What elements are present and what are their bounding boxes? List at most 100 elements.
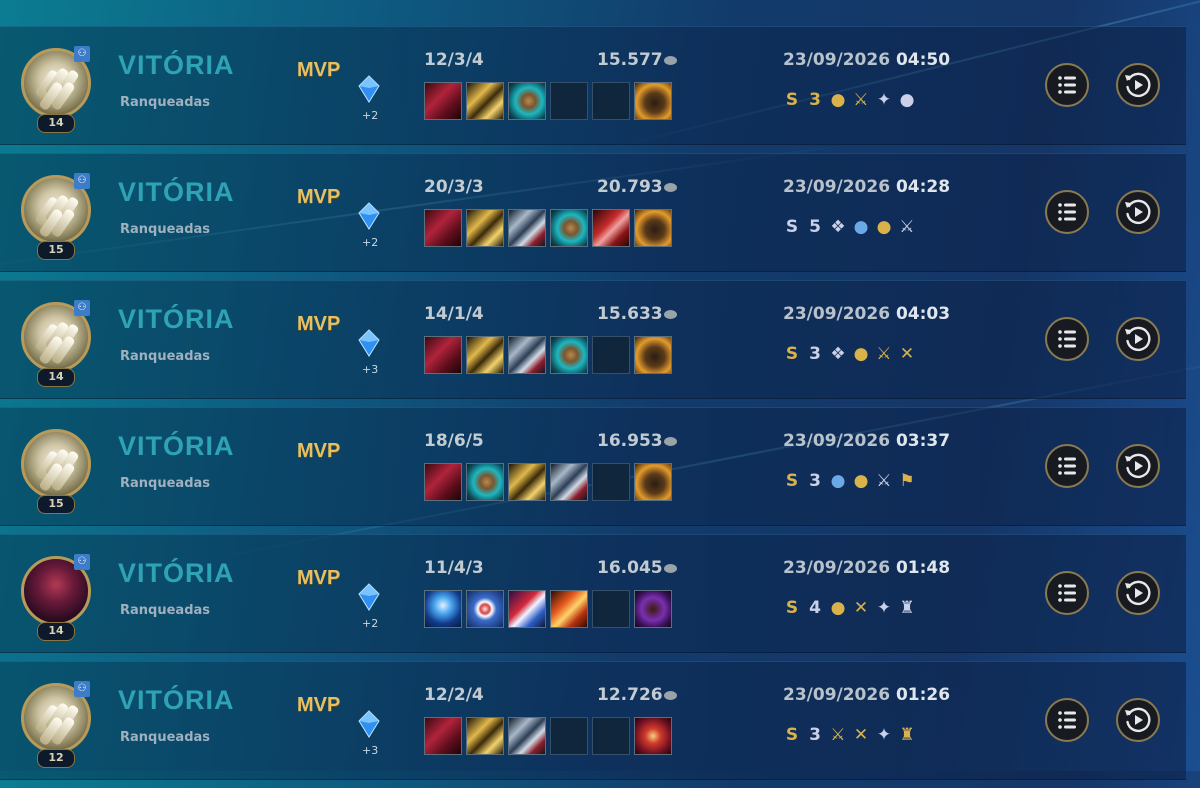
boots-item-icon[interactable] — [634, 82, 672, 120]
party-icon: ⚇ — [74, 681, 90, 697]
gold-blade-item-icon[interactable] — [466, 336, 504, 374]
red-armor-item-icon[interactable] — [424, 209, 462, 247]
red-armor-item-icon[interactable] — [424, 717, 462, 755]
achievement-badge-icon[interactable]: ✕ — [852, 598, 870, 618]
match-datetime: 23/09/2026 04:03 — [783, 304, 950, 324]
achievement-badge-icon[interactable]: ● — [898, 90, 916, 110]
teal-orb-item-icon[interactable] — [466, 463, 504, 501]
red-blade-item-icon[interactable] — [592, 209, 630, 247]
achievement-badge-icon[interactable]: ❖ — [829, 344, 847, 364]
red-armor-item-icon[interactable] — [424, 82, 462, 120]
match-row[interactable]: ⚇ 12 VITÓRIA Ranqueadas MVP +3 12/2/4 12.726 23/… — [0, 661, 1186, 780]
achievement-badge-icon[interactable]: ♜ — [898, 725, 916, 745]
gold-blade-item-icon[interactable] — [466, 717, 504, 755]
achievement-badge-icon[interactable]: ⚔ — [898, 217, 916, 237]
teal-orb-item-icon[interactable] — [508, 82, 546, 120]
achievement-badge-icon[interactable]: ✦ — [875, 598, 893, 618]
match-row[interactable]: 15 VITÓRIA Ranqueadas MVP 18/6/5 16.953 23/09/… — [0, 407, 1186, 526]
gold-earned: 16.045 — [597, 558, 677, 578]
empty-item-slot — [592, 336, 630, 374]
gold-blade-item-icon[interactable] — [466, 82, 504, 120]
fire-blade-item-icon[interactable] — [550, 590, 588, 628]
kda-score: 20/3/3 — [424, 177, 484, 197]
match-row[interactable]: ⚇ 14 VITÓRIA Ranqueadas MVP +2 11/4/3 16.045 23/… — [0, 534, 1186, 653]
achievement-badge-icon[interactable]: S — [783, 471, 801, 491]
gold-blade-item-icon[interactable] — [466, 209, 504, 247]
match-details-button[interactable] — [1045, 190, 1089, 234]
achievement-badge-icon[interactable]: ⚔ — [875, 471, 893, 491]
blue-staff-item-icon[interactable] — [424, 590, 462, 628]
achievement-badge-icon[interactable]: ✦ — [875, 725, 893, 745]
match-row[interactable]: ⚇ 15 VITÓRIA Ranqueadas MVP +2 20/3/3 20.793 23/… — [0, 153, 1186, 272]
achievement-badge-icon[interactable]: ● — [875, 217, 893, 237]
achievement-badge-icon[interactable]: 3 — [806, 90, 824, 110]
red-blue-blade-item-icon[interactable] — [508, 590, 546, 628]
replay-button[interactable] — [1116, 698, 1160, 742]
achievement-badge-icon[interactable]: ● — [829, 471, 847, 491]
replay-button[interactable] — [1116, 190, 1160, 234]
mvp-badge: MVP — [297, 567, 341, 589]
match-row[interactable]: ⚇ 14 VITÓRIA Ranqueadas MVP +3 14/1/4 15.633 23/… — [0, 280, 1186, 399]
achievement-badge-icon[interactable]: ● — [829, 598, 847, 618]
silver-blade-item-icon[interactable] — [550, 463, 588, 501]
match-date: 23/09/2026 — [783, 304, 891, 324]
match-details-button[interactable] — [1045, 317, 1089, 361]
achievement-badge-icon[interactable]: ● — [852, 217, 870, 237]
achievement-badge-icon[interactable]: ⚔ — [875, 344, 893, 364]
achievement-badge-icon[interactable]: 3 — [806, 725, 824, 745]
teal-orb-item-icon[interactable] — [550, 336, 588, 374]
achievement-badge-icon[interactable]: S — [783, 344, 801, 364]
achievement-badge-icon[interactable]: 3 — [806, 471, 824, 491]
achievement-badge-icon[interactable]: ● — [852, 471, 870, 491]
boots-item-icon[interactable] — [634, 463, 672, 501]
blue-crystal-icon — [358, 329, 380, 357]
silver-blade-item-icon[interactable] — [508, 336, 546, 374]
achievement-badge-icon[interactable]: ● — [829, 90, 847, 110]
teal-orb-item-icon[interactable] — [550, 209, 588, 247]
achievement-badge-icon[interactable]: ❖ — [829, 217, 847, 237]
red-armor-item-icon[interactable] — [424, 336, 462, 374]
match-details-button[interactable] — [1045, 571, 1089, 615]
gold-coin-icon — [663, 309, 677, 319]
achievement-badge-icon[interactable]: S — [783, 217, 801, 237]
replay-button[interactable] — [1116, 444, 1160, 488]
lp-change: +2 — [362, 236, 379, 249]
match-details-button[interactable] — [1045, 698, 1089, 742]
champion-level: 15 — [37, 241, 75, 260]
queue-type: Ranqueadas — [120, 730, 211, 745]
achievement-badge-icon[interactable]: ⚔ — [829, 725, 847, 745]
replay-button[interactable] — [1116, 317, 1160, 361]
gold-value: 20.793 — [597, 177, 663, 197]
gold-blade-item-icon[interactable] — [508, 463, 546, 501]
silver-blade-item-icon[interactable] — [508, 717, 546, 755]
red-armor-item-icon[interactable] — [424, 463, 462, 501]
achievement-badge-icon[interactable]: 3 — [806, 344, 824, 364]
target-orb-item-icon[interactable] — [466, 590, 504, 628]
boots-item-icon[interactable] — [634, 209, 672, 247]
achievement-badge-icon[interactable]: ✦ — [875, 90, 893, 110]
silver-blade-item-icon[interactable] — [508, 209, 546, 247]
achievement-badge-icon[interactable]: ⚔ — [852, 90, 870, 110]
replay-button[interactable] — [1116, 63, 1160, 107]
match-details-button[interactable] — [1045, 63, 1089, 107]
achievement-badge-icon[interactable]: 5 — [806, 217, 824, 237]
achievement-badge-icon[interactable]: 4 — [806, 598, 824, 618]
replay-icon — [1125, 199, 1151, 225]
purple-gauntlet-item-icon[interactable] — [634, 590, 672, 628]
replay-button[interactable] — [1116, 571, 1160, 615]
achievement-badge-icon[interactable]: S — [783, 90, 801, 110]
lp-change: +2 — [362, 617, 379, 630]
achievement-badge-icon[interactable]: ⚑ — [898, 471, 916, 491]
achievement-badge-icon[interactable]: S — [783, 598, 801, 618]
achievement-badge-icon[interactable]: ♜ — [898, 598, 916, 618]
match-details-button[interactable] — [1045, 444, 1089, 488]
match-row[interactable]: ⚇ 14 VITÓRIA Ranqueadas MVP +2 12/3/4 15.577 23/… — [0, 26, 1186, 145]
red-maw-item-icon[interactable] — [634, 717, 672, 755]
achievement-badge-icon[interactable]: ✕ — [898, 344, 916, 364]
item-build — [424, 336, 672, 374]
achievement-badge-icon[interactable]: ● — [852, 344, 870, 364]
empty-item-slot — [592, 82, 630, 120]
achievement-badge-icon[interactable]: S — [783, 725, 801, 745]
boots-item-icon[interactable] — [634, 336, 672, 374]
achievement-badge-icon[interactable]: ✕ — [852, 725, 870, 745]
